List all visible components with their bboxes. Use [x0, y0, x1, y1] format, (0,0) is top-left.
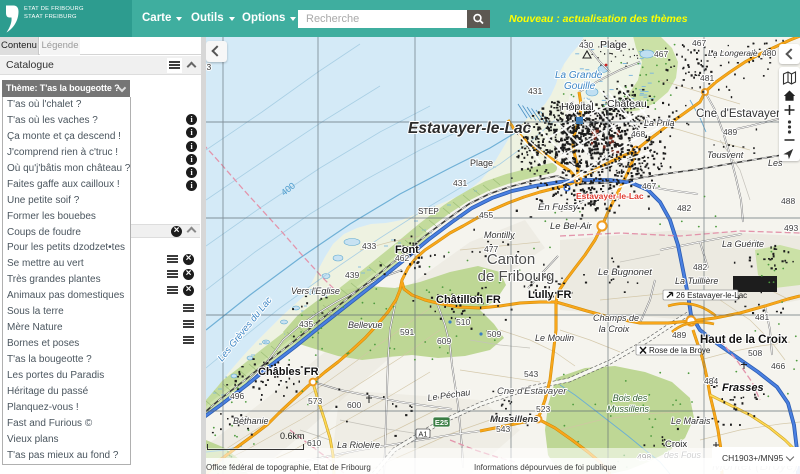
svg-text:Plage: Plage: [600, 39, 627, 51]
svg-text:573: 573: [308, 396, 322, 406]
svg-text:la Croix: la Croix: [599, 324, 630, 334]
svg-text:466: 466: [771, 361, 785, 371]
svg-text:489: 489: [672, 330, 686, 340]
svg-text:Le Marais: Le Marais: [671, 416, 711, 426]
svg-text:509: 509: [487, 329, 501, 339]
svg-text:462: 462: [395, 253, 409, 263]
svg-text:481: 481: [755, 312, 769, 322]
svg-text:609: 609: [437, 336, 451, 346]
svg-text:477: 477: [484, 244, 498, 254]
svg-text:482: 482: [693, 262, 707, 272]
svg-text:En Fussy: En Fussy: [538, 202, 579, 213]
svg-text:Le Moulin: Le Moulin: [535, 333, 574, 343]
svg-text:600: 600: [347, 400, 361, 410]
svg-text:508: 508: [748, 348, 762, 358]
svg-text:Hôpital: Hôpital: [561, 101, 594, 113]
svg-text:467: 467: [654, 49, 668, 59]
svg-text:STEP: STEP: [418, 207, 439, 216]
svg-text:Bois des: Bois des: [613, 393, 648, 403]
svg-text:431: 431: [528, 86, 542, 96]
svg-text:Mussillens: Mussillens: [607, 404, 650, 414]
svg-text:543: 543: [524, 369, 538, 379]
svg-text:Tousvent: Tousvent: [707, 150, 744, 160]
svg-text:La Tuillière: La Tuillière: [675, 276, 718, 286]
svg-text:484: 484: [704, 376, 718, 386]
svg-text:510: 510: [456, 317, 470, 327]
svg-text:493: 493: [784, 223, 798, 233]
svg-text:Lully FR: Lully FR: [528, 289, 571, 301]
svg-text:482: 482: [677, 203, 691, 213]
svg-text:Frasses: Frasses: [722, 382, 764, 394]
svg-text:26 Estavayer-le-Lac: 26 Estavayer-le-Lac: [676, 291, 747, 300]
svg-text:523: 523: [536, 404, 550, 414]
svg-text:E25: E25: [435, 418, 448, 427]
svg-text:Estavayer-le-Lac: Estavayer-le-Lac: [408, 120, 532, 137]
svg-text:455: 455: [479, 210, 493, 220]
svg-text:Haut de la Croix: Haut de la Croix: [700, 334, 788, 346]
svg-text:Châbles FR: Châbles FR: [258, 366, 319, 378]
svg-text:435: 435: [299, 319, 313, 329]
svg-text:A1: A1: [418, 430, 427, 439]
svg-text:467: 467: [692, 38, 706, 48]
svg-text:481: 481: [700, 73, 714, 83]
svg-text:610: 610: [307, 438, 321, 448]
svg-text:3: 3: [207, 62, 212, 72]
svg-text:591: 591: [400, 327, 414, 337]
svg-text:La Prila: La Prila: [644, 118, 675, 128]
svg-text:La Grande: La Grande: [555, 70, 603, 81]
svg-text:Estavayer-le-Lac: Estavayer-le-Lac: [576, 191, 644, 201]
svg-text:Rose de la Broye: Rose de la Broye: [649, 346, 711, 355]
svg-text:488: 488: [781, 196, 795, 206]
svg-text:Béthanie: Béthanie: [233, 416, 269, 426]
svg-text:543: 543: [496, 424, 510, 434]
svg-text:Vers l'Eglise: Vers l'Eglise: [291, 286, 340, 296]
svg-text:Montilly: Montilly: [484, 230, 515, 240]
svg-text:Cne d'Estavayer: Cne d'Estavayer: [696, 108, 780, 120]
svg-text:439: 439: [345, 270, 359, 280]
svg-text:433: 433: [362, 241, 376, 251]
svg-text:489: 489: [723, 127, 737, 137]
svg-text:La Longeraie: La Longeraie: [708, 48, 758, 58]
svg-text:430: 430: [579, 40, 593, 50]
svg-text:Cne d'Estavayer: Cne d'Estavayer: [497, 386, 567, 397]
svg-text:Château: Château: [607, 98, 647, 110]
svg-text:Le Bugnonet: Le Bugnonet: [598, 267, 652, 278]
svg-text:431: 431: [453, 178, 467, 188]
svg-text:468: 468: [631, 129, 645, 139]
svg-text:La Guérite: La Guérite: [722, 239, 764, 249]
svg-text:Châtillon FR: Châtillon FR: [436, 294, 501, 306]
svg-text:496: 496: [230, 391, 244, 401]
svg-text:467: 467: [642, 181, 656, 191]
svg-text:Plage: Plage: [470, 158, 493, 168]
svg-text:480: 480: [762, 48, 776, 58]
svg-text:Champs de: Champs de: [593, 313, 639, 323]
svg-text:Gouille: Gouille: [564, 81, 596, 92]
svg-text:de Fribourg: de Fribourg: [478, 268, 555, 285]
svg-text:Bellevue: Bellevue: [348, 320, 383, 330]
svg-text:Le Bel-Air: Le Bel-Air: [550, 221, 593, 232]
